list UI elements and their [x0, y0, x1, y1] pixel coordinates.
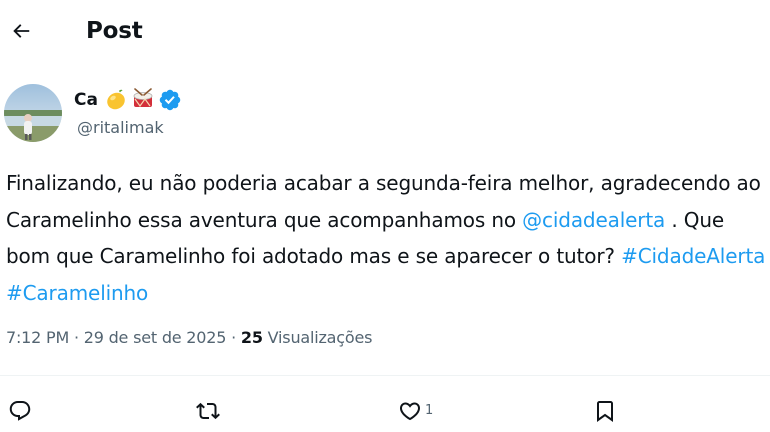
post-time[interactable]: 7:12 PM [6, 328, 69, 347]
page-title: Post [86, 18, 143, 44]
meta-separator: · [226, 328, 241, 347]
like-button[interactable]: 1 [398, 394, 433, 428]
post-text: Finalizando, eu não poderia acabar a seg… [6, 165, 766, 311]
reply-button[interactable] [8, 394, 32, 428]
display-name-row[interactable]: Ca [74, 86, 182, 114]
avatar[interactable] [4, 84, 62, 142]
like-icon [399, 402, 421, 421]
arrow-left-icon [13, 24, 30, 38]
reply-icon [9, 401, 31, 421]
post-meta: 7:12 PM · 29 de set de 2025 · 25 Visuali… [6, 326, 372, 350]
bookmark-button[interactable] [593, 394, 617, 428]
repost-button[interactable] [196, 394, 220, 428]
like-count: 1 [425, 403, 434, 418]
verified-badge-icon [159, 89, 181, 111]
post-author: Ca @ritalimak [4, 84, 704, 144]
page-header: Post [0, 0, 770, 62]
drum-icon [133, 88, 153, 108]
user-handle[interactable]: @ritalimak [77, 116, 164, 140]
views-label: Visualizações [262, 328, 373, 347]
lemon-icon [107, 89, 125, 110]
back-button[interactable] [4, 14, 38, 48]
display-name: Ca [74, 90, 98, 110]
hashtag-link[interactable]: #Caramelinho [6, 281, 148, 305]
meta-separator: · [69, 328, 84, 347]
bookmark-icon [597, 401, 613, 422]
views-count: 25 [240, 328, 263, 347]
post-date[interactable]: 29 de set de 2025 [84, 328, 227, 347]
divider [0, 375, 770, 376]
avatar-image [4, 84, 62, 142]
mention-link[interactable]: @cidadealerta [522, 208, 665, 232]
hashtag-link[interactable]: #CidadeAlerta [621, 244, 765, 268]
repost-icon [196, 402, 220, 420]
